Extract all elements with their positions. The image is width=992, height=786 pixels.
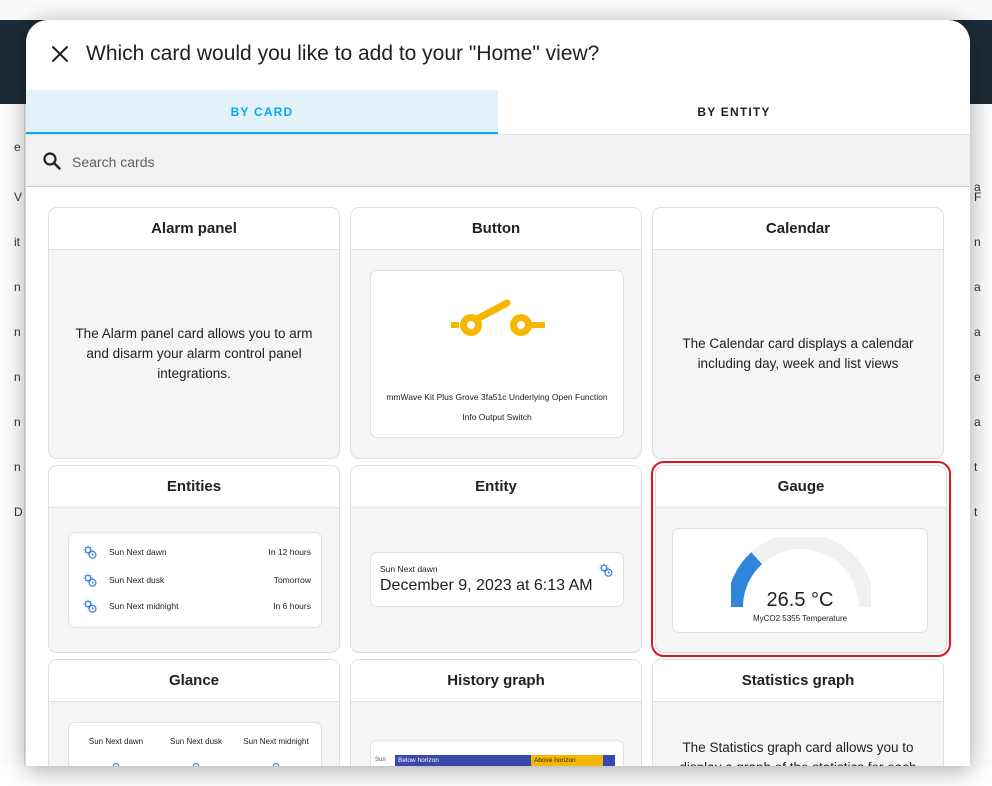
- entity-value: Tomorrow: [273, 575, 311, 585]
- close-icon: [52, 46, 68, 62]
- history-row-label: Sun: [375, 757, 386, 763]
- backdrop-text: e: [14, 140, 21, 154]
- backdrop-text: it: [14, 235, 20, 249]
- card-preview: The Alarm panel card allows you to arm a…: [49, 250, 339, 458]
- card-button[interactable]: Button mmWave Kit Plus Grove 3fa51c Unde…: [350, 207, 642, 459]
- gauge-preview: 26.5 °C MyCO2 5355 Temperature: [672, 528, 928, 633]
- backdrop-text: n: [14, 460, 21, 474]
- card-title: Statistics graph: [653, 660, 943, 702]
- card-entities[interactable]: Entities Sun Next dawn In 12 hours Sun N…: [48, 465, 340, 653]
- card-calendar[interactable]: Calendar The Calendar card displays a ca…: [652, 207, 944, 459]
- tab-by-card[interactable]: BY CARD: [26, 90, 498, 134]
- card-preview: Sun Next dawn December 9, 2023 at 6:13 A…: [351, 508, 641, 652]
- entity-value: In 12 hours: [268, 547, 311, 557]
- history-preview: Sun Below horizon Above horizon: [370, 740, 624, 766]
- card-preview: Sun Below horizon Above horizon: [351, 702, 641, 766]
- sun-clock-icon: [83, 545, 97, 559]
- backdrop-text: n: [14, 370, 21, 384]
- list-item: Sun Next dawn In 12 hours: [83, 543, 311, 563]
- search-bar: [26, 134, 970, 187]
- backdrop-text: D: [14, 505, 23, 519]
- search-icon: [43, 152, 61, 170]
- card-alarm-panel[interactable]: Alarm panel The Alarm panel card allows …: [48, 207, 340, 459]
- card-history-graph[interactable]: History graph Sun Below horizon Above ho…: [350, 659, 642, 766]
- card-description: The Alarm panel card allows you to arm a…: [75, 326, 313, 381]
- backdrop-text: a: [974, 415, 981, 429]
- tab-bar: BY CARD BY ENTITY: [26, 90, 970, 134]
- backdrop-text: n: [14, 280, 21, 294]
- card-title: Gauge: [656, 466, 946, 508]
- card-title: History graph: [351, 660, 641, 702]
- card-preview: 26.5 °C MyCO2 5355 Temperature: [656, 508, 946, 652]
- card-title: Calendar: [653, 208, 943, 250]
- card-preview: Sun Next dawn Sun Next dusk Sun Next mid…: [49, 702, 339, 766]
- sun-clock-icon: [83, 599, 97, 613]
- search-input[interactable]: [70, 149, 934, 175]
- card-gauge[interactable]: Gauge 26.5 °C MyCO2 5355 Temperature: [651, 461, 951, 657]
- entity-preview: Sun Next dawn December 9, 2023 at 6:13 A…: [370, 552, 624, 607]
- glance-item: Sun Next dusk: [169, 737, 223, 746]
- toggle-switch-icon: [451, 299, 545, 336]
- add-card-dialog: Which card would you like to add to your…: [26, 20, 970, 766]
- backdrop-right-strip: a F n a a e a t t: [969, 104, 992, 766]
- tab-by-entity[interactable]: BY ENTITY: [498, 90, 970, 134]
- glance-item: Sun Next dawn: [88, 737, 144, 746]
- button-entity-name: mmWave Kit Plus Grove 3fa51c Underlying …: [386, 392, 608, 422]
- backdrop-text: e: [974, 370, 981, 384]
- dialog-header: Which card would you like to add to your…: [26, 20, 970, 90]
- backdrop-text: t: [974, 505, 978, 519]
- entity-name: Sun Next dusk: [109, 575, 165, 585]
- entity-name: Sun Next dawn: [380, 564, 438, 574]
- page-bottom-margin: [0, 766, 992, 786]
- dialog-title: Which card would you like to add to your…: [86, 42, 600, 65]
- sun-clock-icon: [272, 762, 280, 766]
- sun-clock-icon: [599, 563, 613, 577]
- card-preview: The Statistics graph card allows you to …: [653, 702, 943, 766]
- card-description: The Calendar card displays a calendar in…: [682, 336, 914, 371]
- card-title: Glance: [49, 660, 339, 702]
- backdrop-left-strip: e V it n n n n n D: [0, 104, 25, 766]
- entity-state: December 9, 2023 at 6:13 AM: [380, 577, 593, 594]
- history-segment-above: Above horizon: [531, 755, 603, 766]
- card-glance[interactable]: Glance Sun Next dawn Sun Next dusk Sun N…: [48, 659, 340, 766]
- card-preview: Sun Next dawn In 12 hours Sun Next dusk …: [49, 508, 339, 652]
- backdrop-text: t: [974, 460, 978, 474]
- history-segment-below: Below horizon: [395, 755, 531, 766]
- card-preview: The Calendar card displays a calendar in…: [653, 250, 943, 458]
- card-preview: mmWave Kit Plus Grove 3fa51c Underlying …: [351, 250, 641, 458]
- card-title: Entities: [49, 466, 339, 508]
- close-button[interactable]: [46, 40, 74, 68]
- entities-preview: Sun Next dawn In 12 hours Sun Next dusk …: [68, 532, 322, 628]
- backdrop-text: n: [974, 235, 981, 249]
- card-statistics-graph[interactable]: Statistics graph The Statistics graph ca…: [652, 659, 944, 766]
- backdrop-text: F: [974, 190, 982, 204]
- card-title: Button: [351, 208, 641, 250]
- button-preview: mmWave Kit Plus Grove 3fa51c Underlying …: [370, 270, 624, 438]
- backdrop-text: a: [974, 280, 981, 294]
- entity-name: Sun Next dawn: [109, 547, 167, 557]
- gauge-value: 26.5 °C: [766, 589, 834, 611]
- card-description: The Statistics graph card allows you to …: [679, 740, 916, 766]
- card-title: Entity: [351, 466, 641, 508]
- entity-value: In 6 hours: [273, 601, 311, 611]
- glance-item: Sun Next midnight: [243, 737, 309, 746]
- glance-preview: Sun Next dawn Sun Next dusk Sun Next mid…: [68, 722, 322, 766]
- gauge-name: MyCO2 5355 Temperature: [752, 614, 848, 623]
- list-item: Sun Next midnight In 6 hours: [83, 597, 311, 617]
- card-entity[interactable]: Entity Sun Next dawn December 9, 2023 at…: [350, 465, 642, 653]
- backdrop-text: n: [14, 325, 21, 339]
- backdrop-text: V: [14, 190, 23, 204]
- card-grid: Alarm panel The Alarm panel card allows …: [26, 187, 970, 766]
- sun-clock-icon: [83, 573, 97, 587]
- sun-clock-icon: [192, 762, 200, 766]
- backdrop-text: n: [14, 415, 21, 429]
- entity-name: Sun Next midnight: [109, 601, 179, 611]
- history-segment-below: [603, 755, 615, 766]
- sun-clock-icon: [112, 762, 120, 766]
- card-title: Alarm panel: [49, 208, 339, 250]
- list-item: Sun Next dusk Tomorrow: [83, 571, 311, 591]
- backdrop-text: a: [974, 325, 981, 339]
